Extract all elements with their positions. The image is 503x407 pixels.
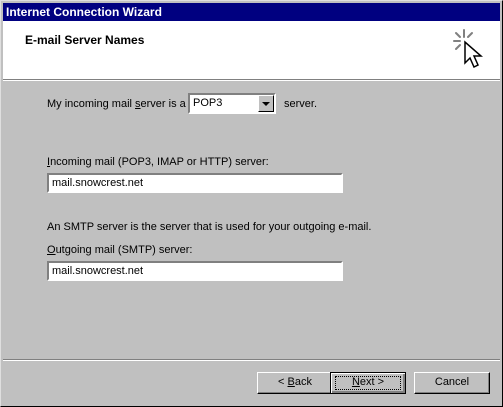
incoming-server-input[interactable]: [47, 173, 343, 193]
window-title: Internet Connection Wizard: [6, 5, 162, 19]
focus-rect: [335, 376, 401, 390]
back-button[interactable]: < Back: [257, 372, 333, 394]
wizard-header: E-mail Server Names: [3, 21, 500, 79]
outgoing-server-label: Outgoing mail (SMTP) server:: [47, 244, 193, 256]
incoming-server-type-select[interactable]: POP3: [188, 93, 276, 114]
wizard-window: Internet Connection Wizard E-mail Server…: [0, 0, 503, 407]
title-bar[interactable]: Internet Connection Wizard: [3, 3, 500, 21]
cancel-button[interactable]: Cancel: [414, 372, 490, 394]
incoming-server-type-value: POP3: [193, 97, 223, 109]
incoming-server-label: Incoming mail (POP3, IMAP or HTTP) serve…: [47, 156, 269, 168]
smtp-note: An SMTP server is the server that is use…: [47, 221, 372, 233]
page-title: E-mail Server Names: [25, 33, 145, 47]
outgoing-server-input[interactable]: [47, 261, 343, 281]
next-button[interactable]: Next >: [330, 372, 406, 394]
chevron-down-icon[interactable]: [258, 95, 274, 112]
incoming-type-label: My incoming mail server is a: [47, 98, 186, 110]
wizard-cursor-sparkle-icon: [453, 29, 483, 69]
footer-separator: [3, 359, 500, 361]
header-separator: [3, 79, 500, 81]
incoming-type-suffix: server.: [284, 98, 318, 110]
